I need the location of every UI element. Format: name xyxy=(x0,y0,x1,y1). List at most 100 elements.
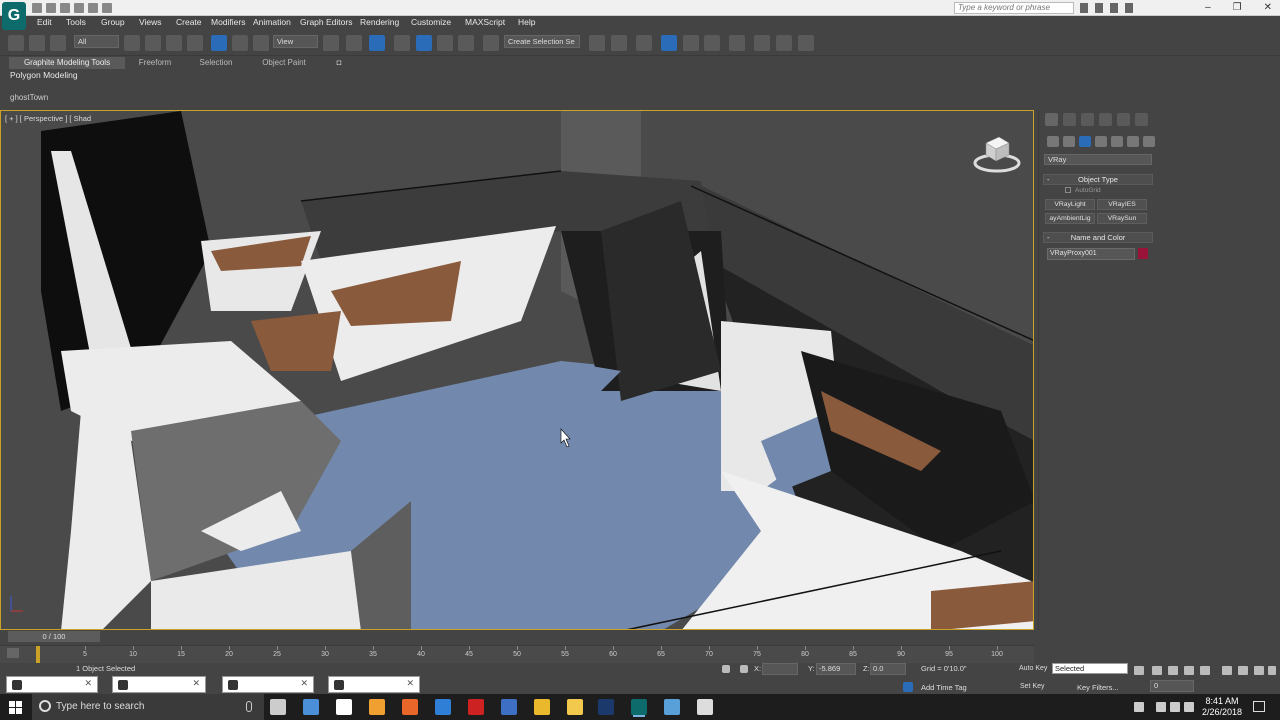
space-warps-icon[interactable] xyxy=(1127,136,1139,147)
menu-group[interactable]: Group xyxy=(101,17,125,27)
select-manipulate-icon[interactable] xyxy=(346,35,362,51)
unlink-icon[interactable] xyxy=(29,35,45,51)
menu-animation[interactable]: Animation xyxy=(253,17,291,27)
taskbar-photoshop-icon[interactable] xyxy=(598,699,614,715)
bind-space-warp-icon[interactable] xyxy=(50,35,66,51)
percent-snap-icon[interactable] xyxy=(437,35,453,51)
zoom-extents-icon[interactable] xyxy=(1254,666,1264,675)
close-icon[interactable]: ✕ xyxy=(192,678,200,689)
object-name-field[interactable]: VRayProxy001 xyxy=(1047,248,1135,260)
minimize-button[interactable]: – xyxy=(1205,0,1211,16)
taskbar-photos-icon[interactable] xyxy=(501,699,517,715)
taskbar-chrome-icon[interactable] xyxy=(534,699,550,715)
render-setup-icon[interactable] xyxy=(754,35,770,51)
people-icon[interactable] xyxy=(1134,702,1144,712)
align-icon[interactable] xyxy=(611,35,627,51)
selection-lock-icon[interactable] xyxy=(722,665,730,673)
minimized-window-3[interactable]: ✕ xyxy=(222,676,314,693)
vrayambientlight-button[interactable]: ayAmbientLig xyxy=(1045,213,1095,224)
render-production-icon[interactable] xyxy=(798,35,814,51)
viewport-label[interactable]: [ + ] [ Perspective ] [ Shad xyxy=(5,114,91,123)
zoom-icon[interactable] xyxy=(1222,666,1232,675)
rotate-icon[interactable] xyxy=(232,35,248,51)
curve-editor-icon[interactable] xyxy=(683,35,699,51)
add-time-tag[interactable]: Add Time Tag xyxy=(921,683,967,692)
menu-rendering[interactable]: Rendering xyxy=(360,17,399,27)
cameras-icon[interactable] xyxy=(1095,136,1107,147)
geometry-icon[interactable] xyxy=(1047,136,1059,147)
network-icon[interactable] xyxy=(1170,702,1180,712)
scale-icon[interactable] xyxy=(253,35,269,51)
material-editor-icon[interactable] xyxy=(729,35,745,51)
menu-customize[interactable]: Customize xyxy=(411,17,451,27)
edit-named-selection-icon[interactable] xyxy=(483,35,499,51)
notifications-icon[interactable] xyxy=(1253,701,1265,712)
minimized-window-2[interactable]: ✕ xyxy=(112,676,206,693)
tab-graphite-modeling-tools[interactable]: Graphite Modeling Tools xyxy=(9,57,125,69)
restore-button[interactable]: ❐ xyxy=(1233,0,1242,16)
hierarchy-tab-icon[interactable] xyxy=(1081,113,1094,126)
close-icon[interactable]: ✕ xyxy=(406,678,414,689)
project-folder-icon[interactable] xyxy=(102,3,112,13)
select-by-name-icon[interactable] xyxy=(145,35,161,51)
object-color-swatch[interactable] xyxy=(1137,247,1149,260)
taskbar-vray-icon[interactable] xyxy=(468,699,484,715)
utilities-tab-icon[interactable] xyxy=(1135,113,1148,126)
pivot-center-icon[interactable] xyxy=(323,35,339,51)
menu-tools[interactable]: Tools xyxy=(66,17,86,27)
ribbon-options-icon[interactable]: ◘ xyxy=(331,57,347,69)
save-icon[interactable] xyxy=(60,3,70,13)
time-slider-label[interactable]: 0 / 100 xyxy=(8,631,100,642)
tray-chevron-icon[interactable] xyxy=(1156,702,1166,712)
taskbar-explorer-icon[interactable] xyxy=(567,699,583,715)
current-frame-field[interactable]: 0 xyxy=(1150,680,1194,692)
taskbar-store-icon[interactable] xyxy=(303,699,319,715)
taskbar-edge-icon[interactable] xyxy=(435,699,451,715)
menu-views[interactable]: Views xyxy=(139,17,162,27)
taskbar-image-icon[interactable] xyxy=(697,699,713,715)
minimized-window-4[interactable]: ✕ xyxy=(328,676,420,693)
tab-object-paint[interactable]: Object Paint xyxy=(254,57,314,69)
next-frame-icon[interactable] xyxy=(1184,666,1194,675)
tab-freeform[interactable]: Freeform xyxy=(130,57,180,69)
close-icon[interactable]: ✕ xyxy=(84,678,92,689)
perspective-viewport[interactable]: [ + ] [ Perspective ] [ Shad xyxy=(0,110,1034,630)
previous-frame-icon[interactable] xyxy=(1152,666,1162,675)
track-bar-toggle-icon[interactable] xyxy=(7,648,19,658)
object-category-dropdown[interactable]: VRay xyxy=(1044,154,1152,165)
time-slider-handle[interactable] xyxy=(36,646,40,664)
close-icon[interactable]: ✕ xyxy=(300,678,308,689)
display-tab-icon[interactable] xyxy=(1117,113,1130,126)
taskbar-3dsmax-icon[interactable] xyxy=(631,699,647,715)
autogrid-checkbox[interactable]: AutoGrid xyxy=(1065,187,1101,194)
microphone-icon[interactable] xyxy=(246,701,252,712)
create-tab-icon[interactable] xyxy=(1045,113,1058,126)
help-search-input[interactable]: Type a keyword or phrase xyxy=(954,2,1074,14)
snaps-toggle-icon[interactable] xyxy=(394,35,410,51)
move-icon[interactable] xyxy=(211,35,227,51)
taskbar-camera-icon[interactable] xyxy=(336,699,352,715)
shapes-icon[interactable] xyxy=(1063,136,1075,147)
close-button[interactable]: ✕ xyxy=(1264,0,1272,16)
keyboard-shortcut-override-icon[interactable] xyxy=(369,35,385,51)
vraysun-button[interactable]: VRaySun xyxy=(1097,213,1147,224)
link-icon[interactable] xyxy=(8,35,24,51)
scene-tab-ghosttown[interactable]: ghostTown xyxy=(10,93,48,102)
redo-icon[interactable] xyxy=(88,3,98,13)
binoculars-icon[interactable] xyxy=(1080,3,1088,13)
vraylight-button[interactable]: VRayLight xyxy=(1045,199,1095,210)
play-icon[interactable] xyxy=(1168,666,1178,675)
windows-start-icon[interactable] xyxy=(9,701,23,714)
angle-snap-icon[interactable] xyxy=(416,35,432,51)
name-and-color-rollout[interactable]: - Name and Color xyxy=(1043,232,1153,243)
menu-graph-editors[interactable]: Graph Editors xyxy=(300,17,352,27)
auto-key-button[interactable]: Auto Key xyxy=(1019,665,1047,672)
zoom-all-icon[interactable] xyxy=(1238,666,1248,675)
favorites-icon[interactable] xyxy=(1110,3,1118,13)
absolute-mode-icon[interactable] xyxy=(740,665,748,673)
help-icon[interactable] xyxy=(1125,3,1133,13)
time-tag-icon[interactable] xyxy=(903,682,913,692)
y-coord-field[interactable]: -5.869 xyxy=(816,663,856,675)
z-coord-field[interactable]: 0.0 xyxy=(870,663,906,675)
undo-icon[interactable] xyxy=(74,3,84,13)
